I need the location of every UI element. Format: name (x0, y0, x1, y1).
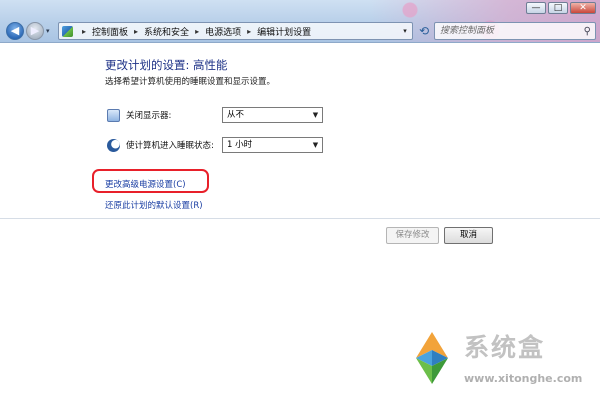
chevron-down-icon[interactable]: ▼ (309, 138, 322, 152)
display-off-select[interactable]: 从不 ▼ (222, 107, 323, 123)
advanced-power-settings-link[interactable]: 更改高级电源设置(C) (105, 178, 186, 190)
minimize-button[interactable]: — (526, 2, 546, 14)
sleep-label: 使计算机进入睡眠状态: (126, 141, 214, 151)
page-subtitle: 选择希望计算机使用的睡眠设置和显示设置。 (105, 77, 276, 87)
breadcrumb-separator-icon[interactable]: ▸ (82, 27, 86, 36)
refresh-icon: ⟲ (418, 24, 430, 38)
breadcrumb-system-security[interactable]: 系统和安全 (144, 25, 189, 38)
divider (0, 218, 600, 219)
forward-button[interactable]: ▶ (26, 22, 44, 40)
watermark-logo-icon (416, 332, 448, 384)
monitor-icon (107, 108, 120, 122)
save-changes-button[interactable]: 保存修改 (386, 227, 439, 244)
breadcrumb-separator-icon[interactable]: ▸ (195, 27, 199, 36)
window-controls: — □ ✕ (526, 2, 596, 14)
close-button[interactable]: ✕ (570, 2, 596, 14)
watermark-url: www.xitonghe.com (464, 372, 583, 385)
breadcrumb-separator-icon[interactable]: ▸ (247, 27, 251, 36)
search-placeholder: 搜索控制面板 (440, 26, 495, 36)
address-history-dropdown[interactable]: ▾ (398, 27, 412, 35)
breadcrumb-edit-plan[interactable]: 编辑计划设置 (257, 25, 311, 38)
watermark-text: 系统盒 (464, 333, 546, 362)
breadcrumb-separator-icon[interactable]: ▸ (134, 27, 138, 36)
control-panel-window: — □ ✕ ◀ ▶ ▾ ▸ 控制面板 ▸ 系统和安全 ▸ 电源选项 ▸ 编辑计划… (0, 0, 600, 400)
back-arrow-icon: ◀ (10, 24, 20, 37)
back-button[interactable]: ◀ (6, 22, 24, 40)
forward-arrow-icon: ▶ (30, 24, 40, 37)
watermark: 系统盒 www.xitonghe.com (404, 328, 600, 398)
search-icon[interactable]: ⚲ (584, 24, 591, 40)
display-off-value: 从不 (227, 110, 245, 120)
breadcrumb-power-options[interactable]: 电源选项 (205, 25, 241, 38)
sleep-setting: 使计算机进入睡眠状态: 1 小时 ▼ (107, 136, 323, 154)
cancel-button[interactable]: 取消 (444, 227, 493, 244)
sleep-select[interactable]: 1 小时 ▼ (222, 137, 323, 153)
control-panel-icon (62, 25, 73, 37)
maximize-button[interactable]: □ (548, 2, 568, 14)
display-off-label: 关闭显示器: (126, 111, 172, 121)
main-content: 更改计划的设置: 高性能 选择希望计算机使用的睡眠设置和显示设置。 关闭显示器:… (0, 44, 600, 400)
address-box[interactable]: ▸ 控制面板 ▸ 系统和安全 ▸ 电源选项 ▸ 编辑计划设置 ▾ (58, 22, 413, 40)
breadcrumb-control-panel[interactable]: 控制面板 (92, 25, 128, 38)
display-off-setting: 关闭显示器: 从不 ▼ (107, 106, 323, 124)
recent-pages-dropdown[interactable]: ▾ (46, 27, 50, 35)
moon-icon (107, 138, 120, 152)
address-bar-region: — □ ✕ ◀ ▶ ▾ ▸ 控制面板 ▸ 系统和安全 ▸ 电源选项 ▸ 编辑计划… (0, 0, 600, 43)
sleep-value: 1 小时 (227, 140, 253, 150)
chevron-down-icon[interactable]: ▼ (309, 108, 322, 122)
page-title: 更改计划的设置: 高性能 (105, 58, 228, 72)
search-input[interactable]: 搜索控制面板 ⚲ (434, 22, 596, 40)
refresh-button[interactable]: ⟲ (415, 22, 433, 40)
restore-defaults-link[interactable]: 还原此计划的默认设置(R) (105, 199, 203, 211)
